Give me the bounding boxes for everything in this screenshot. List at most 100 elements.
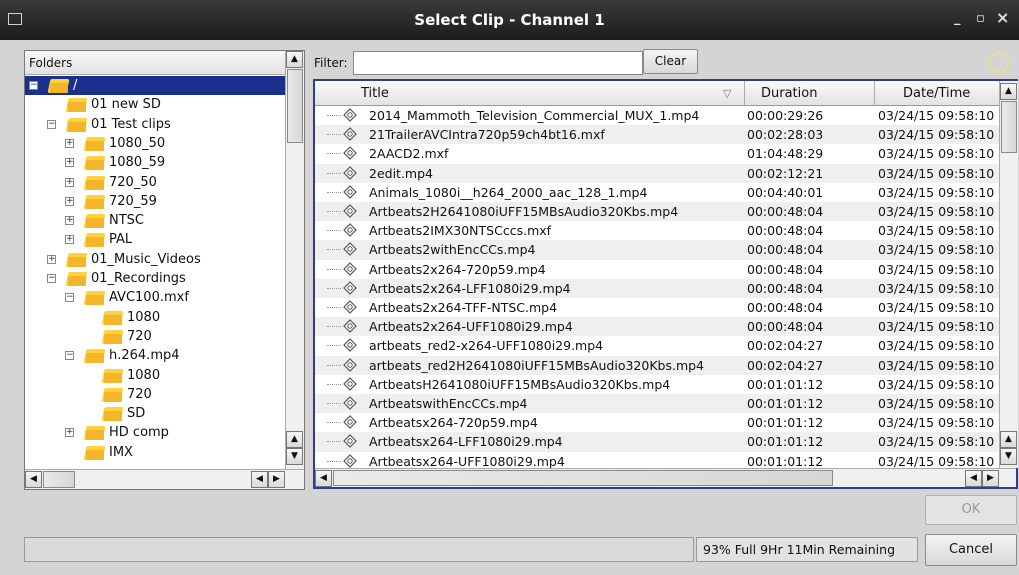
folder-label: h.264.mp4 — [109, 348, 180, 364]
table-row[interactable]: Artbeats2withEncCCs.mp4 00:00:48:04 03/24/… — [315, 240, 999, 260]
table-row[interactable]: Artbeats2x264-UFF1080i29.mp4 00:00:48:04 0… — [315, 317, 999, 337]
table-row[interactable]: ArtbeatswithEncCCs.mp4 00:01:01:12 03/24/1… — [315, 394, 999, 414]
folder-tree-item[interactable]: SD — [25, 404, 285, 423]
table-row[interactable]: 2edit.mp4 00:02:12:21 03/24/15 09:58:10 — [315, 163, 999, 183]
scroll-up-button[interactable]: ▲ — [286, 51, 303, 68]
table-row[interactable]: Animals_1080i__h264_2000_aac_128_1.mp4 00… — [315, 183, 999, 202]
expand-icon[interactable]: + — [65, 177, 74, 187]
cell-title: ArtbeatsH2641080iUFF15MBsAudio320Kbs.mp4 — [369, 376, 671, 392]
table-row[interactable]: artbeats_red2-x264-UFF1080i29.mp4 00:02:0… — [315, 336, 999, 355]
scroll-down-button[interactable]: ▼ — [286, 448, 303, 465]
scroll-right-button[interactable]: ▶ — [268, 471, 285, 488]
table-row[interactable]: 2014_Mammoth_Television_Commercial_MUX_1… — [315, 106, 999, 125]
folder-tree-item[interactable]: + PAL — [25, 230, 285, 249]
folder-icon — [83, 233, 106, 248]
scroll-left-button[interactable]: ◀ — [25, 471, 42, 488]
folder-tree-item[interactable]: 01 new SD — [25, 95, 285, 114]
folder-tree-item[interactable]: IMX — [25, 443, 285, 462]
scroll-left-button[interactable]: ◀ — [251, 471, 268, 488]
expand-icon[interactable]: + — [65, 235, 74, 245]
folder-icon — [83, 291, 106, 306]
expand-icon[interactable]: + — [65, 196, 74, 206]
cancel-button[interactable]: Cancel — [925, 534, 1017, 566]
folder-tree-item[interactable]: 1080 — [25, 366, 285, 385]
filter-input[interactable] — [353, 51, 643, 75]
tree-connector — [327, 422, 341, 424]
folder-tree-item[interactable]: +01_Music_Videos — [25, 250, 285, 269]
table-row[interactable]: 2AACD2.mxf 01:04:48:29 03/24/15 09:58:10 — [315, 144, 999, 163]
folder-tree-item[interactable]: 720 — [25, 385, 285, 404]
expand-icon[interactable]: + — [47, 254, 56, 264]
folder-tree-item[interactable]: +720_59 — [25, 192, 285, 211]
clip-icon — [343, 165, 357, 180]
scroll-thumb[interactable] — [333, 470, 833, 486]
table-row[interactable]: Artbeats2IMX30NTSCccs.mxf 00:00:48:04 03/2… — [315, 221, 999, 240]
scroll-down-button[interactable]: ▼ — [1000, 448, 1017, 465]
cell-datetime: 03/24/15 09:58:10 — [878, 338, 995, 354]
column-duration[interactable]: Duration — [745, 81, 875, 106]
collapse-icon[interactable]: − — [65, 293, 74, 303]
collapse-icon[interactable]: − — [29, 81, 38, 90]
table-row[interactable]: Artbeats2x264-TFF-NTSC.mp4 00:00:48:04 03/… — [315, 298, 999, 317]
scroll-left-button[interactable]: ◀ — [315, 470, 332, 487]
table-vertical-scrollbar[interactable]: ▲ ▲ ▼ — [999, 81, 1018, 468]
cell-datetime: 03/24/15 09:58:10 — [878, 357, 995, 373]
expand-icon[interactable]: + — [65, 158, 74, 168]
table-row[interactable]: Artbeats2H2641080iUFF15MBsAudio320Kbs.mp… — [315, 202, 999, 222]
table-row[interactable]: artbeats_red2H2641080iUFF15MBsAudio320Kb… — [315, 355, 999, 375]
scroll-thumb[interactable] — [43, 471, 75, 488]
scroll-thumb[interactable] — [1001, 101, 1017, 153]
folder-tree-item[interactable]: − 01_Recordings — [25, 269, 285, 288]
table-row[interactable]: Artbeats2x264-720p59.mp4 00:00:48:04 03/24… — [315, 260, 999, 279]
folder-tree-item[interactable]: 720 — [25, 327, 285, 346]
folder-tree-item[interactable]: − AVC100.mxf — [25, 288, 285, 307]
cell-duration: 00:02:28:03 — [747, 127, 824, 143]
table-body[interactable]: 2014_Mammoth_Television_Commercial_MUX_1… — [315, 106, 999, 468]
ok-button[interactable]: OK — [925, 495, 1017, 525]
expand-icon[interactable]: + — [65, 216, 74, 226]
table-row[interactable]: Artbeats2x264-LFF1080i29.mp4 00:00:48:04 0… — [315, 278, 999, 298]
folder-tree-item[interactable]: +1080_59 — [25, 153, 285, 172]
table-row[interactable]: Artbeatsx264-UFF1080i29.mp4 00:01:01:12 03… — [315, 452, 999, 468]
table-row[interactable]: Artbeatsx264-720p59.mp4 00:01:01:12 03/24/… — [315, 413, 999, 432]
scroll-left-button[interactable]: ◀ — [965, 470, 982, 487]
scroll-up-button[interactable]: ▲ — [1000, 431, 1017, 448]
folder-tree-item[interactable]: +720_50 — [25, 173, 285, 192]
folder-tree-item[interactable]: − / — [25, 76, 285, 95]
scroll-thumb[interactable] — [287, 69, 303, 143]
expand-icon[interactable]: + — [65, 428, 74, 438]
folder-tree[interactable]: −/01 new SD −01 Test clips +1080_50 +1080_5… — [25, 76, 285, 488]
folder-tree-item[interactable]: − 01 Test clips — [25, 115, 285, 134]
clear-button[interactable]: Clear — [643, 49, 698, 74]
expand-icon[interactable]: + — [65, 138, 74, 148]
cell-datetime: 03/24/15 09:58:10 — [878, 453, 995, 468]
scroll-right-button[interactable]: ▶ — [982, 470, 999, 487]
maximize-button[interactable]: ▫ — [976, 11, 985, 26]
close-button[interactable]: × — [996, 8, 1009, 27]
disk-status: 93% Full 9Hr 11Min Remaining — [696, 537, 918, 562]
folders-horizontal-scrollbar[interactable]: ◀ ◀ ▶ — [25, 469, 304, 489]
sort-desc-icon: ▽ — [723, 87, 732, 100]
folder-label: SD — [127, 406, 146, 422]
clip-icon — [343, 376, 357, 391]
collapse-icon[interactable]: − — [47, 119, 56, 129]
cell-datetime: 03/24/15 09:58:10 — [878, 127, 995, 143]
folder-tree-item[interactable]: + HD comp — [25, 423, 285, 442]
table-row[interactable]: ArtbeatsH2641080iUFF15MBsAudio320Kbs.mp4… — [315, 375, 999, 394]
folders-vertical-scrollbar[interactable]: ▲ ▲ ▼ — [285, 51, 304, 469]
column-title[interactable]: Title ▽ — [315, 81, 745, 106]
folder-tree-item[interactable]: +1080_50 — [25, 134, 285, 153]
collapse-icon[interactable]: − — [47, 274, 56, 283]
folder-tree-item[interactable]: 1080 — [25, 308, 285, 327]
minimize-button[interactable]: _ — [954, 11, 961, 26]
scroll-up-button[interactable]: ▲ — [286, 431, 303, 448]
folder-tree-item[interactable]: − h.264.mp4 — [25, 346, 285, 365]
table-row[interactable]: 21TrailerAVCIntra720p59ch4bt16.mxf 00:02:… — [315, 125, 999, 145]
folder-tree-item[interactable]: + NTSC — [25, 211, 285, 230]
collapse-icon[interactable]: − — [65, 351, 74, 361]
tree-connector — [327, 134, 341, 136]
table-horizontal-scrollbar[interactable]: ◀ ◀ ▶ — [315, 468, 1016, 487]
scroll-up-button[interactable]: ▲ — [1000, 83, 1017, 100]
table-row[interactable]: Artbeatsx264-LFF1080i29.mp4 00:01:01:12 03… — [315, 432, 999, 452]
column-datetime[interactable]: Date/Time — [875, 81, 999, 106]
